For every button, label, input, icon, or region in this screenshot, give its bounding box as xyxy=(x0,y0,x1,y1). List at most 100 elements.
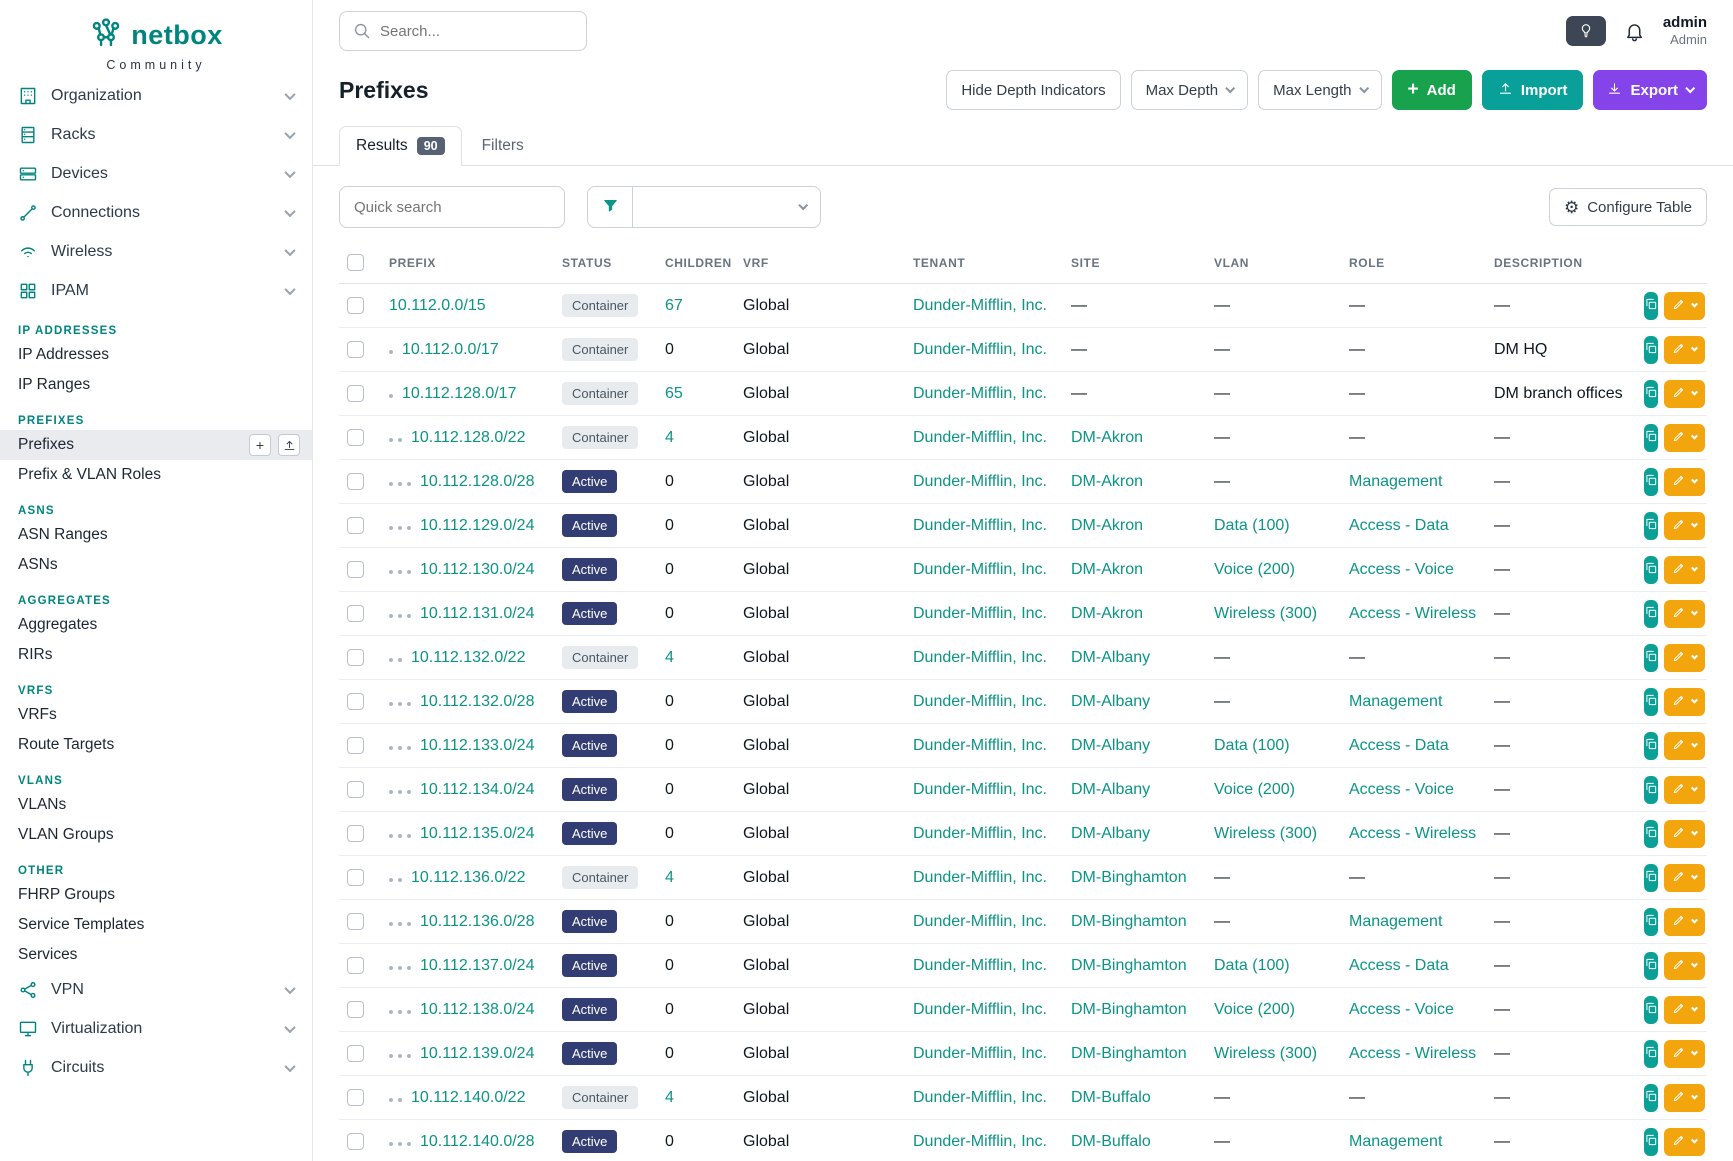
copy-button[interactable] xyxy=(1644,336,1658,364)
copy-button[interactable] xyxy=(1644,776,1658,804)
column-header-site[interactable]: SITE xyxy=(1063,244,1206,284)
site-link[interactable]: DM-Binghamton xyxy=(1071,869,1187,886)
sidebar-item-organization[interactable]: Organization xyxy=(0,76,312,115)
tenant-link[interactable]: Dunder-Mifflin, Inc. xyxy=(913,957,1047,974)
prefix-link[interactable]: 10.112.136.0/28 xyxy=(420,913,534,930)
export-dropdown[interactable]: Export xyxy=(1593,70,1707,110)
role-link[interactable]: Management xyxy=(1349,1133,1442,1150)
children-link[interactable]: 4 xyxy=(665,649,674,666)
tenant-link[interactable]: Dunder-Mifflin, Inc. xyxy=(913,1133,1047,1150)
copy-button[interactable] xyxy=(1644,380,1658,408)
row-checkbox[interactable] xyxy=(347,869,364,886)
prefix-link[interactable]: 10.112.129.0/24 xyxy=(420,517,534,534)
theme-toggle-button[interactable] xyxy=(1566,16,1606,46)
copy-button[interactable] xyxy=(1644,556,1658,584)
row-checkbox[interactable] xyxy=(347,737,364,754)
sidebar-item-route-targets[interactable]: Route Targets xyxy=(0,730,312,760)
copy-button[interactable] xyxy=(1644,820,1658,848)
copy-button[interactable] xyxy=(1644,468,1658,496)
prefix-link[interactable]: 10.112.128.0/22 xyxy=(411,429,525,446)
edit-button[interactable] xyxy=(1664,424,1705,452)
sidebar-item-circuits[interactable]: Circuits xyxy=(0,1048,312,1087)
site-link[interactable]: DM-Binghamton xyxy=(1071,913,1187,930)
tab-results[interactable]: Results 90 xyxy=(339,126,462,166)
quick-add-button[interactable]: + xyxy=(249,434,271,456)
copy-button[interactable] xyxy=(1644,908,1658,936)
site-link[interactable]: DM-Akron xyxy=(1071,429,1143,446)
tenant-link[interactable]: Dunder-Mifflin, Inc. xyxy=(913,1001,1047,1018)
tenant-link[interactable]: Dunder-Mifflin, Inc. xyxy=(913,649,1047,666)
tenant-link[interactable]: Dunder-Mifflin, Inc. xyxy=(913,561,1047,578)
prefix-link[interactable]: 10.112.131.0/24 xyxy=(420,605,534,622)
copy-button[interactable] xyxy=(1644,512,1658,540)
select-all-checkbox[interactable] xyxy=(347,254,364,271)
column-header-prefix[interactable]: PREFIX xyxy=(381,244,554,284)
row-checkbox[interactable] xyxy=(347,429,364,446)
sidebar-item-ip-ranges[interactable]: IP Ranges xyxy=(0,370,312,400)
row-checkbox[interactable] xyxy=(347,605,364,622)
copy-button[interactable] xyxy=(1644,688,1658,716)
sidebar-item-services[interactable]: Services xyxy=(0,940,312,970)
filter-button[interactable] xyxy=(587,186,633,228)
edit-button[interactable] xyxy=(1664,732,1705,760)
row-checkbox[interactable] xyxy=(347,517,364,534)
site-link[interactable]: DM-Buffalo xyxy=(1071,1133,1151,1150)
tenant-link[interactable]: Dunder-Mifflin, Inc. xyxy=(913,517,1047,534)
role-link[interactable]: Management xyxy=(1349,913,1442,930)
copy-button[interactable] xyxy=(1644,1128,1658,1156)
sidebar-item-connections[interactable]: Connections xyxy=(0,193,312,232)
vlan-link[interactable]: Wireless (300) xyxy=(1214,1045,1317,1062)
children-link[interactable]: 4 xyxy=(665,1089,674,1106)
edit-button[interactable] xyxy=(1664,908,1705,936)
prefix-link[interactable]: 10.112.0.0/17 xyxy=(402,341,499,358)
prefix-link[interactable]: 10.112.134.0/24 xyxy=(420,781,534,798)
role-link[interactable]: Management xyxy=(1349,693,1442,710)
sidebar-item-vrfs[interactable]: VRFs xyxy=(0,700,312,730)
user-menu[interactable]: admin Admin xyxy=(1663,14,1707,48)
hide-depth-indicators-button[interactable]: Hide Depth Indicators xyxy=(946,70,1120,110)
row-checkbox[interactable] xyxy=(347,297,364,314)
sidebar-item-vlans[interactable]: VLANs xyxy=(0,790,312,820)
prefix-link[interactable]: 10.112.128.0/28 xyxy=(420,473,534,490)
vlan-link[interactable]: Data (100) xyxy=(1214,737,1290,754)
prefix-link[interactable]: 10.112.136.0/22 xyxy=(411,869,525,886)
prefix-link[interactable]: 10.112.128.0/17 xyxy=(402,385,516,402)
copy-button[interactable] xyxy=(1644,600,1658,628)
site-link[interactable]: DM-Buffalo xyxy=(1071,1089,1151,1106)
sidebar-item-wireless[interactable]: Wireless xyxy=(0,232,312,271)
prefix-link[interactable]: 10.112.133.0/24 xyxy=(420,737,534,754)
children-link[interactable]: 4 xyxy=(665,869,674,886)
site-link[interactable]: DM-Akron xyxy=(1071,473,1143,490)
children-link[interactable]: 65 xyxy=(665,385,683,402)
vlan-link[interactable]: Voice (200) xyxy=(1214,1001,1295,1018)
sidebar-item-asn-ranges[interactable]: ASN Ranges xyxy=(0,520,312,550)
sidebar-item-ip-addresses[interactable]: IP Addresses xyxy=(0,340,312,370)
tenant-link[interactable]: Dunder-Mifflin, Inc. xyxy=(913,385,1047,402)
copy-button[interactable] xyxy=(1644,424,1658,452)
max-length-dropdown[interactable]: Max Length xyxy=(1258,70,1381,110)
row-checkbox[interactable] xyxy=(347,781,364,798)
site-link[interactable]: DM-Binghamton xyxy=(1071,957,1187,974)
role-link[interactable]: Access - Voice xyxy=(1349,1001,1454,1018)
copy-button[interactable] xyxy=(1644,732,1658,760)
row-checkbox[interactable] xyxy=(347,1133,364,1150)
sidebar-item-service-templates[interactable]: Service Templates xyxy=(0,910,312,940)
row-checkbox[interactable] xyxy=(347,1089,364,1106)
edit-button[interactable] xyxy=(1664,1084,1705,1112)
notifications-bell-icon[interactable] xyxy=(1624,21,1645,42)
prefix-link[interactable]: 10.112.0.0/15 xyxy=(389,297,486,314)
tenant-link[interactable]: Dunder-Mifflin, Inc. xyxy=(913,693,1047,710)
site-link[interactable]: DM-Albany xyxy=(1071,737,1150,754)
tenant-link[interactable]: Dunder-Mifflin, Inc. xyxy=(913,1045,1047,1062)
edit-button[interactable] xyxy=(1664,600,1705,628)
role-link[interactable]: Management xyxy=(1349,473,1442,490)
site-link[interactable]: DM-Albany xyxy=(1071,781,1150,798)
site-link[interactable]: DM-Binghamton xyxy=(1071,1001,1187,1018)
children-link[interactable]: 67 xyxy=(665,297,683,314)
tab-filters[interactable]: Filters xyxy=(462,127,544,165)
import-button[interactable]: Import xyxy=(1482,70,1584,110)
sidebar-item-vpn[interactable]: VPN xyxy=(0,970,312,1009)
sidebar-item-asns[interactable]: ASNs xyxy=(0,550,312,580)
sidebar-item-rirs[interactable]: RIRs xyxy=(0,640,312,670)
vlan-link[interactable]: Voice (200) xyxy=(1214,781,1295,798)
